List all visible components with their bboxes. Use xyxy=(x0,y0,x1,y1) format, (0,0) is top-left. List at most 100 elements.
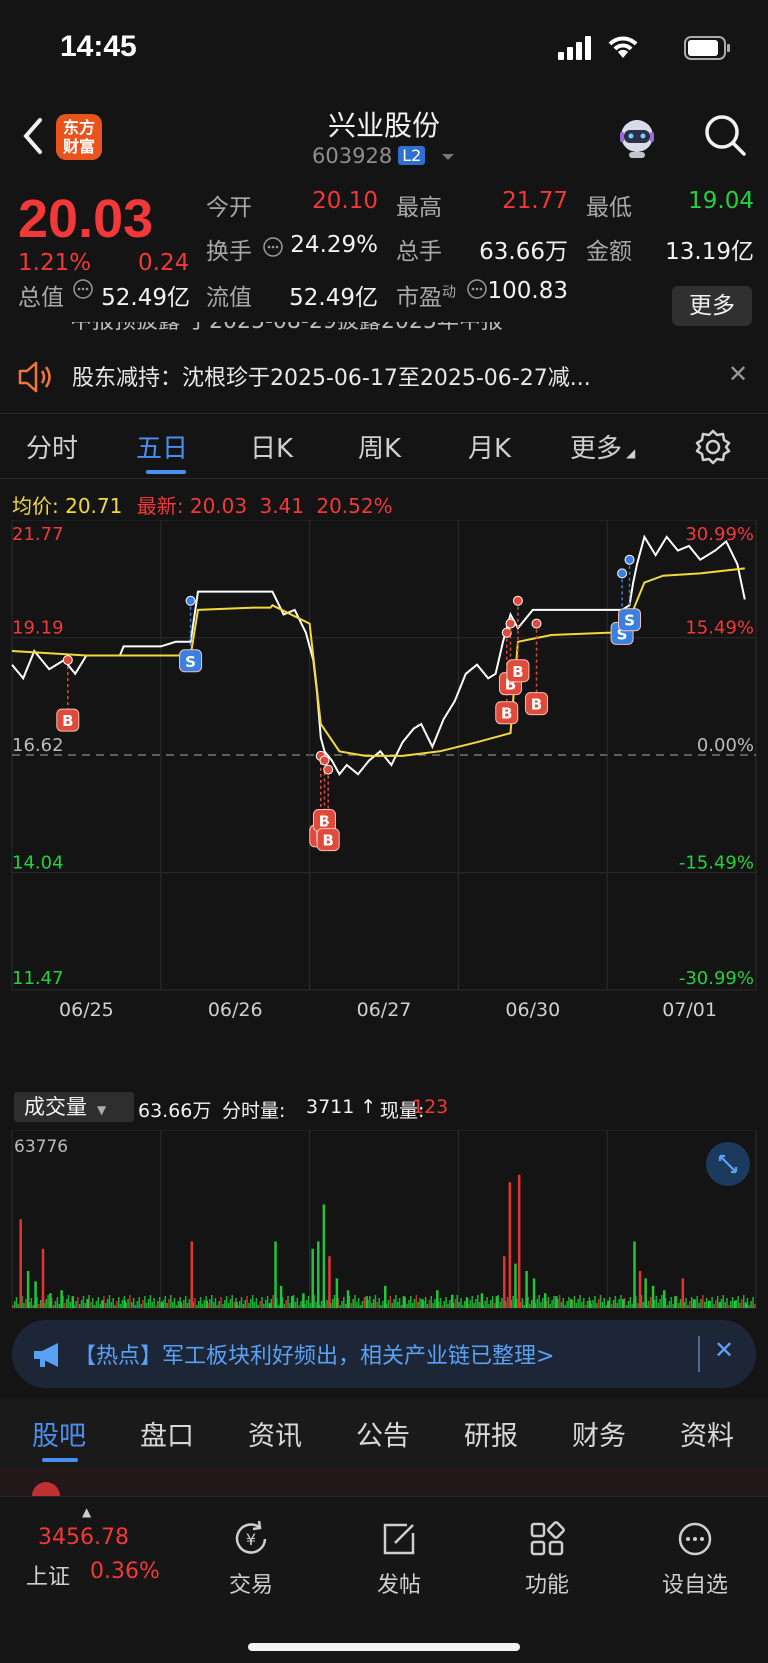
volume-bar xyxy=(244,1300,246,1308)
y-tick-label-right: -30.99% xyxy=(679,968,754,989)
y-tick-label-right: -15.49% xyxy=(679,853,754,874)
volume-bar xyxy=(657,1303,659,1308)
trade-point xyxy=(62,655,73,666)
index-change[interactable]: 0.36% xyxy=(90,1559,160,1584)
volume-bar xyxy=(75,1301,77,1308)
y-tick-label: 21.77 xyxy=(12,524,64,545)
volume-bar xyxy=(97,1297,100,1308)
tab-profile[interactable]: 资料 xyxy=(680,1414,734,1453)
tab-intraday[interactable]: 分时 xyxy=(26,428,78,465)
volume-bar xyxy=(108,1295,111,1308)
close-icon[interactable]: ✕ xyxy=(714,1336,734,1364)
volume-bar xyxy=(82,1296,85,1308)
volume-bar xyxy=(326,1300,328,1308)
volume-bar xyxy=(52,1305,55,1308)
volume-bar xyxy=(424,1297,427,1308)
y-tick-label: 11.47 xyxy=(12,968,64,989)
minute-volume-value: 3711 ↑ xyxy=(306,1096,377,1118)
trade-point xyxy=(505,618,516,629)
tab-research[interactable]: 研报 xyxy=(464,1414,518,1453)
volume-bar xyxy=(99,1304,101,1308)
volume-bar xyxy=(426,1304,429,1308)
volume-bar xyxy=(134,1305,137,1308)
expand-button[interactable] xyxy=(706,1142,750,1186)
info-dots-icon[interactable] xyxy=(466,278,488,300)
tab-orderbook[interactable]: 盘口 xyxy=(140,1414,194,1453)
info-dots-icon[interactable] xyxy=(72,278,94,300)
volume-bar xyxy=(26,1271,30,1308)
settings-gear-icon[interactable] xyxy=(694,428,732,466)
volume-bar xyxy=(246,1296,248,1308)
volume-bar xyxy=(486,1297,488,1308)
volume-bar xyxy=(525,1271,528,1308)
nav-add-watchlist[interactable]: 设自选 xyxy=(640,1517,750,1599)
price-chart[interactable]: BSBBBBBBBSS21.7730.99%19.1915.49%16.620.… xyxy=(0,520,768,1060)
volume-bar xyxy=(454,1299,457,1308)
index-name[interactable]: 上证 xyxy=(26,1559,70,1591)
volume-bar xyxy=(382,1301,384,1308)
tab-finance[interactable]: 财务 xyxy=(572,1414,626,1453)
more-button[interactable]: 更多 xyxy=(672,286,752,326)
level-badge: L2 xyxy=(398,146,426,165)
tab-daily-k[interactable]: 日K xyxy=(250,428,293,465)
tab-news[interactable]: 资讯 xyxy=(248,1414,302,1453)
volume-bar xyxy=(350,1303,353,1308)
turnover-value: 24.29% xyxy=(290,232,378,258)
notice-bar[interactable]: 股东减持：沈根珍于2025-06-17至2025-06-27减... ✕ xyxy=(0,350,768,406)
volume-bar xyxy=(512,1296,514,1308)
volume-bar xyxy=(739,1303,741,1308)
volume-bar xyxy=(411,1303,414,1308)
status-bar: 14:45 xyxy=(0,0,768,98)
volume-bar xyxy=(432,1303,434,1308)
volume-bar xyxy=(726,1298,728,1308)
info-dots-icon[interactable] xyxy=(262,236,284,258)
nav-trade[interactable]: ¥ 交易 xyxy=(196,1517,306,1599)
search-button[interactable] xyxy=(700,110,750,160)
volume-bar xyxy=(283,1304,286,1308)
volume-bar xyxy=(536,1299,539,1308)
volume-bar xyxy=(514,1263,517,1308)
tab-five-day[interactable]: 五日 xyxy=(136,428,188,465)
volume-bar xyxy=(588,1300,592,1308)
volume-bar xyxy=(300,1301,302,1308)
volume-bar xyxy=(661,1295,663,1308)
tab-guba[interactable]: 股吧 xyxy=(32,1414,86,1453)
tab-weekly-k[interactable]: 周K xyxy=(358,428,401,465)
dropdown-arrow-icon xyxy=(441,154,454,160)
volume-bar xyxy=(493,1303,496,1308)
volume-bar xyxy=(320,1301,323,1308)
tab-monthly-k[interactable]: 月K xyxy=(468,428,511,465)
volume-bar xyxy=(147,1299,150,1308)
tab-announcements[interactable]: 公告 xyxy=(356,1414,410,1453)
index-value[interactable]: 3456.78 xyxy=(38,1525,129,1550)
volume-bar xyxy=(136,1301,139,1308)
tab-more[interactable]: 更多 ◢ xyxy=(570,428,635,465)
notice-text: 股东减持：沈根珍于2025-06-17至2025-06-27减... xyxy=(72,366,591,391)
volume-bar xyxy=(679,1299,682,1308)
volume-bar xyxy=(157,1301,159,1308)
volume-bar xyxy=(177,1301,180,1308)
assistant-robot-icon[interactable] xyxy=(612,112,662,162)
nav-functions[interactable]: 功能 xyxy=(492,1517,602,1599)
volume-bar xyxy=(705,1298,708,1308)
volume-chart[interactable]: 63776 xyxy=(0,1130,768,1310)
volume-bar xyxy=(121,1300,124,1308)
volume-bar xyxy=(251,1295,254,1308)
volume-bar xyxy=(370,1303,373,1308)
volume-bar xyxy=(729,1301,732,1308)
volume-bar xyxy=(540,1302,542,1308)
close-icon[interactable]: ✕ xyxy=(728,360,748,388)
volume-bar xyxy=(171,1302,174,1308)
volume-bar xyxy=(84,1303,87,1308)
hot-topic-banner[interactable]: 【热点】军工板块利好频出，相关产业链已整理> ✕ xyxy=(12,1320,756,1388)
volume-bar xyxy=(523,1305,525,1308)
volume-bar xyxy=(570,1299,573,1308)
volume-indicator-select[interactable]: 成交量 ▼ xyxy=(14,1092,134,1122)
volume-bar xyxy=(629,1297,632,1308)
stock-code: 603928 xyxy=(312,144,393,168)
volume-bar xyxy=(238,1301,241,1308)
trade-point xyxy=(185,595,196,606)
current-price: 20.03 xyxy=(18,189,154,249)
nav-post[interactable]: 发帖 xyxy=(344,1517,454,1599)
trade-marker-label: B xyxy=(322,832,333,850)
